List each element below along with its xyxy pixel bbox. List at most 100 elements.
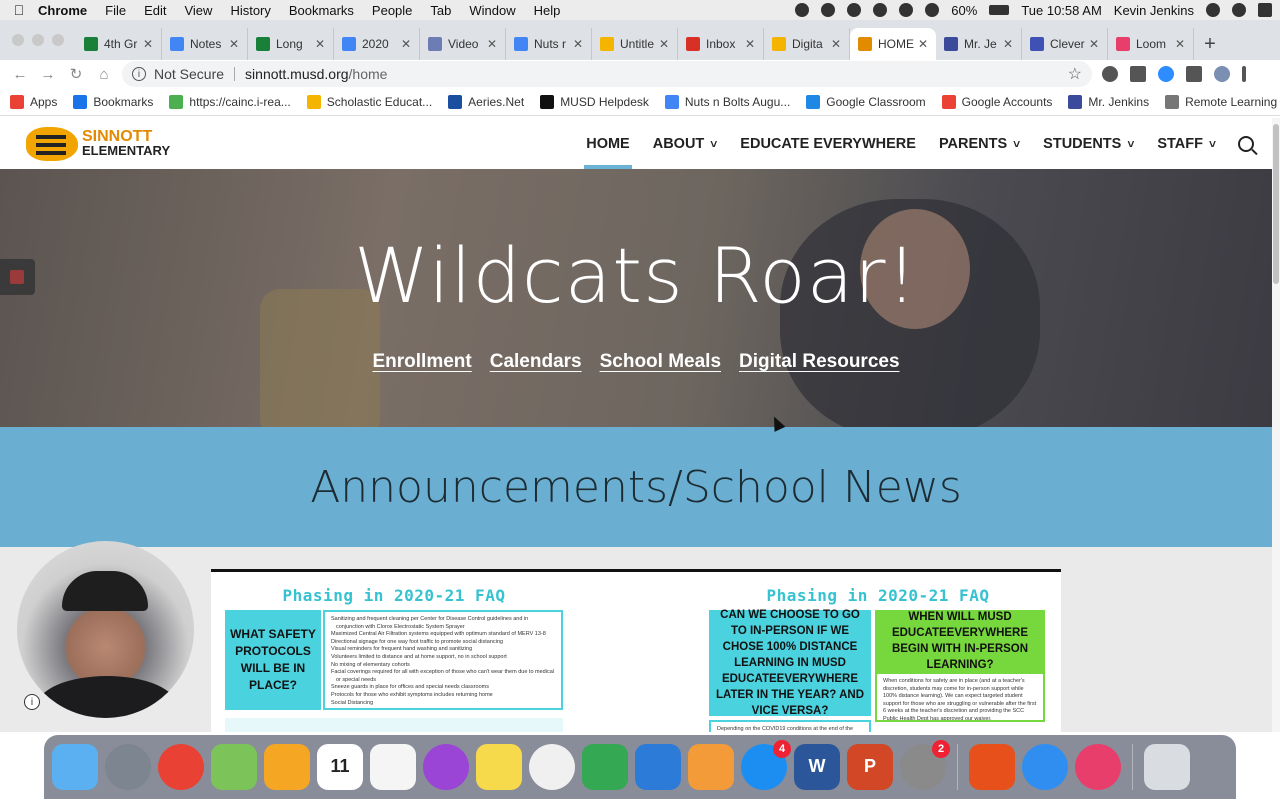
tab-close-icon[interactable]: ✕ [401, 37, 411, 51]
keynote-icon[interactable] [635, 744, 681, 790]
minimize-window-button[interactable] [32, 34, 44, 46]
bookmark-4[interactable]: Aeries.Net [448, 94, 524, 109]
forward-button[interactable]: → [34, 66, 62, 83]
loom-icon[interactable] [1075, 744, 1121, 790]
bookmark-6[interactable]: Nuts n Bolts Augu... [664, 94, 790, 109]
bookmark-10[interactable]: Remote Learning [1165, 94, 1277, 109]
menu-window[interactable]: Window [469, 3, 515, 18]
tab-close-icon[interactable]: ✕ [745, 37, 755, 51]
maps-icon[interactable] [211, 744, 257, 790]
chrome-icon[interactable] [158, 744, 204, 790]
tab-close-icon[interactable]: ✕ [573, 37, 583, 51]
tab-12[interactable]: Loom ✕ [1108, 28, 1194, 60]
bookmark-3[interactable]: Scholastic Educat... [306, 94, 432, 109]
itunes-icon[interactable] [529, 744, 575, 790]
notes-icon[interactable] [476, 744, 522, 790]
tab-close-icon[interactable]: ✕ [229, 37, 239, 51]
calendar-icon[interactable]: 11 [317, 744, 363, 790]
sync-icon[interactable] [795, 3, 810, 17]
tab-close-icon[interactable]: ✕ [659, 37, 669, 51]
menu-history[interactable]: History [230, 3, 270, 18]
tab-close-icon[interactable]: ✕ [1175, 37, 1185, 51]
siri-icon[interactable] [1232, 3, 1246, 17]
hero-link-school-meals[interactable]: School Meals [600, 351, 721, 373]
tab-10[interactable]: Mr. Je ✕ [936, 28, 1022, 60]
tab-11[interactable]: Clever ✕ [1022, 28, 1108, 60]
trash-icon[interactable] [1144, 744, 1190, 790]
tab-close-icon[interactable]: ✕ [831, 37, 841, 51]
nav-item-about[interactable]: ABOUT ˅ [653, 118, 718, 169]
extensions-puzzle-icon[interactable] [1186, 66, 1202, 82]
bluetooth-icon[interactable] [873, 3, 888, 17]
battery-percent[interactable]: 60% [951, 3, 977, 18]
nav-item-home[interactable]: HOME [584, 118, 632, 169]
clock[interactable]: Tue 10:58 AM [1021, 3, 1101, 18]
tab-5[interactable]: Nuts r ✕ [506, 28, 592, 60]
menu-tab[interactable]: Tab [430, 3, 451, 18]
nav-item-parents[interactable]: PARENTS ˅ [939, 118, 1020, 169]
tab-close-icon[interactable]: ✕ [143, 37, 153, 51]
maximize-window-button[interactable] [52, 34, 64, 46]
menu-people[interactable]: People [372, 3, 412, 18]
menu-help[interactable]: Help [534, 3, 561, 18]
user-name[interactable]: Kevin Jenkins [1114, 3, 1194, 18]
scrollbar-thumb[interactable] [1273, 124, 1279, 284]
finder-icon[interactable] [52, 744, 98, 790]
nav-item-staff[interactable]: STAFF ˅ [1157, 118, 1216, 169]
bookmark-2[interactable]: https://cainc.i-rea... [169, 94, 291, 109]
address-bar[interactable]: i Not Secure sinnott.musd.org/home ☆ [122, 61, 1092, 87]
bookmark-8[interactable]: Google Accounts [941, 94, 1052, 109]
tab-close-icon[interactable]: ✕ [918, 37, 928, 51]
safari-icon[interactable] [1022, 744, 1068, 790]
info-icon[interactable]: i [24, 694, 40, 710]
app-store-icon[interactable]: 4 [741, 740, 791, 790]
tab-close-icon[interactable]: ✕ [487, 37, 497, 51]
menu-app-name[interactable]: Chrome [38, 3, 87, 18]
tab-close-icon[interactable]: ✕ [1089, 37, 1099, 51]
launchpad-icon[interactable] [105, 744, 151, 790]
site-search-icon[interactable] [1238, 135, 1254, 152]
site-info-icon[interactable]: i [132, 67, 146, 81]
extension-record-icon[interactable] [1102, 66, 1118, 82]
drive-icon[interactable] [847, 3, 862, 17]
numbers-icon[interactable] [582, 744, 628, 790]
webcam-bubble[interactable] [17, 541, 194, 718]
photos-icon[interactable] [264, 744, 310, 790]
menu-view[interactable]: View [184, 3, 212, 18]
page-scrollbar[interactable] [1272, 118, 1280, 732]
wifi-icon[interactable] [899, 3, 914, 17]
menu-edit[interactable]: Edit [144, 3, 166, 18]
word-icon[interactable]: W [794, 744, 840, 790]
bookmark-0[interactable]: Apps [10, 94, 57, 109]
nav-item-educate-everywhere[interactable]: EDUCATE EVERYWHERE [740, 118, 916, 169]
bookmark-9[interactable]: Mr. Jenkins [1068, 94, 1149, 109]
new-tab-button[interactable]: + [1194, 28, 1226, 60]
tab-close-icon[interactable]: ✕ [1003, 37, 1013, 51]
powerpoint-icon[interactable]: P [847, 744, 893, 790]
extension-news-icon[interactable] [1130, 66, 1146, 82]
menu-file[interactable]: File [105, 3, 126, 18]
tab-7[interactable]: Inbox ✕ [678, 28, 764, 60]
shield-icon[interactable] [821, 3, 836, 17]
volume-icon[interactable] [925, 3, 940, 17]
bookmark-1[interactable]: Bookmarks [73, 94, 153, 109]
tab-4[interactable]: Video ✕ [420, 28, 506, 60]
home-button[interactable]: ⌂ [90, 66, 118, 83]
hero-link-digital-resources[interactable]: Digital Resources [739, 351, 900, 373]
apple-icon[interactable]:  [0, 2, 38, 18]
reload-button[interactable]: ↻ [62, 65, 90, 83]
menu-bookmarks[interactable]: Bookmarks [289, 3, 354, 18]
battery-icon[interactable] [989, 5, 1010, 15]
reminders-icon[interactable] [370, 744, 416, 790]
tab-2[interactable]: Long ✕ [248, 28, 334, 60]
hero-link-enrollment[interactable]: Enrollment [372, 351, 471, 373]
close-window-button[interactable] [12, 34, 24, 46]
back-button[interactable]: ← [6, 66, 34, 83]
bookmark-7[interactable]: Google Classroom [806, 94, 926, 109]
tab-8[interactable]: Digita ✕ [764, 28, 850, 60]
nav-item-students[interactable]: STUDENTS ˅ [1043, 118, 1134, 169]
chrome-menu-icon[interactable] [1242, 66, 1246, 82]
system-preferences-icon[interactable]: 2 [900, 740, 950, 790]
bookmark-5[interactable]: MUSD Helpdesk [540, 94, 649, 109]
hero-link-calendars[interactable]: Calendars [490, 351, 582, 373]
